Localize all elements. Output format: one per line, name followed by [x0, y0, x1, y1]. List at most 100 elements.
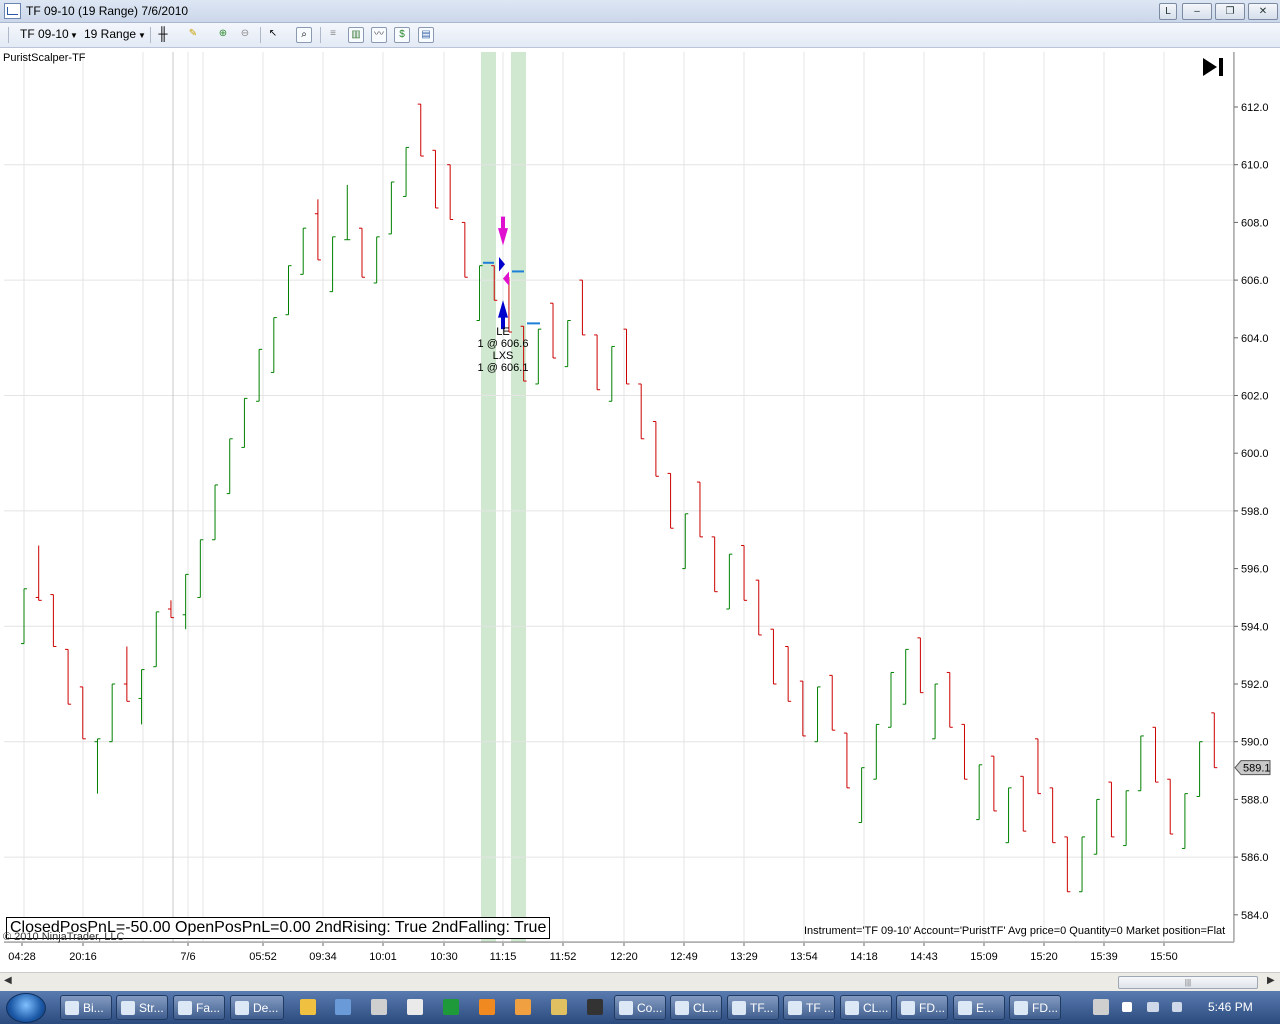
- x-tick-label: 04:28: [8, 951, 36, 963]
- camera-icon[interactable]: [371, 999, 387, 1015]
- taskbar-app-icon: [619, 1001, 633, 1015]
- instrument-info: Instrument='TF 09-10' Account='PuristTF'…: [804, 925, 1226, 937]
- dollar-icon[interactable]: $: [394, 27, 410, 43]
- y-tick-label: 610.0: [1241, 160, 1269, 172]
- properties-icon[interactable]: ≡: [326, 27, 340, 41]
- data-box-icon[interactable]: ⌕: [296, 27, 312, 43]
- taskbar-button[interactable]: Co...: [614, 995, 666, 1020]
- horizontal-scrollbar[interactable]: ◀ ||| ▶: [0, 972, 1280, 991]
- chart-toolbar: TF 09-10 ▼ 19 Range ▼ ╫ ✎ ⊕ ⊖ ↖ ⌕ ≡ ▥ 〰 …: [0, 23, 1280, 48]
- app-icon[interactable]: [587, 999, 603, 1015]
- current-price-label: 589.1: [1243, 763, 1271, 775]
- taskbar-button[interactable]: TF...: [727, 995, 779, 1020]
- x-tick-label: 15:50: [1150, 951, 1178, 963]
- taskbar-button[interactable]: Bi...: [60, 995, 112, 1020]
- taskbar-button-label: Bi...: [83, 1001, 104, 1015]
- y-tick-label: 588.0: [1241, 794, 1269, 806]
- taskbar-button-label: Str...: [139, 1001, 164, 1015]
- pencil-drawing-icon[interactable]: ✎: [186, 27, 200, 41]
- taskbar-app-icon: [958, 1001, 972, 1015]
- taskbar-app-icon: [901, 1001, 915, 1015]
- y-tick-label: 592.0: [1241, 679, 1269, 691]
- taskbar-button[interactable]: De...: [230, 995, 284, 1020]
- window-title: TF 09-10 (19 Range) 7/6/2010: [26, 4, 189, 18]
- flag-icon[interactable]: [1122, 1002, 1132, 1012]
- taskbar-button-label: Co...: [637, 1001, 663, 1015]
- vlc-icon[interactable]: [479, 999, 495, 1015]
- taskbar-button[interactable]: Str...: [116, 995, 168, 1020]
- zoom-out-icon[interactable]: ⊖: [238, 27, 252, 41]
- x-tick-label: 12:49: [670, 951, 698, 963]
- window-layout-icon[interactable]: ▤: [418, 27, 434, 43]
- restore-button[interactable]: ❐: [1215, 3, 1245, 20]
- taskbar-button-label: De...: [253, 1001, 279, 1015]
- chart-panel-border: [4, 52, 1234, 943]
- scrollbar-thumb[interactable]: |||: [1118, 976, 1258, 989]
- app-icon[interactable]: [335, 999, 351, 1015]
- taskbar-app-icon: [121, 1001, 135, 1015]
- skip-to-end-icon[interactable]: [1200, 56, 1226, 78]
- app-icon[interactable]: [515, 999, 531, 1015]
- toolbar-separator: [320, 27, 321, 43]
- taskbar-button[interactable]: Fa...: [173, 995, 225, 1020]
- chart-app-icon: [4, 3, 21, 19]
- taskbar-button[interactable]: E...: [953, 995, 1005, 1020]
- copyright-text: © 2010 NinjaTrader, LLC: [3, 931, 125, 943]
- strategies-icon[interactable]: 〰: [371, 27, 387, 43]
- x-tick-label: 13:54: [790, 951, 818, 963]
- x-tick-label: 10:30: [430, 951, 458, 963]
- taskbar-app-icon: [235, 1001, 249, 1015]
- toolbar-separator: [260, 27, 261, 43]
- y-tick-label: 608.0: [1241, 217, 1269, 229]
- taskbar-button[interactable]: CL...: [840, 995, 892, 1020]
- x-tick-label: 05:52: [249, 951, 277, 963]
- taskbar-button-label: CL...: [693, 1001, 719, 1015]
- taskbar-app-icon: [178, 1001, 192, 1015]
- period-selector[interactable]: 19 Range: [84, 27, 136, 41]
- taskbar-button-label: FD...: [919, 1001, 945, 1015]
- media-player-icon[interactable]: [300, 999, 316, 1015]
- taskbar-clock[interactable]: 5:46 PM: [1208, 1000, 1253, 1014]
- y-tick-label: 598.0: [1241, 506, 1269, 518]
- chart-area[interactable]: LE 1 @ 606.6 LXS 1 @ 606.1 612.0 610.0 608.0 6…: [0, 48, 1280, 973]
- app-icon[interactable]: [551, 999, 567, 1015]
- taskbar-button-label: FD...: [1032, 1001, 1058, 1015]
- scroll-right-arrow[interactable]: ▶: [1267, 975, 1275, 986]
- taskbar-button-label: CL...: [863, 1001, 889, 1015]
- y-tick-label: 596.0: [1241, 564, 1269, 576]
- x-tick-label: 15:20: [1030, 951, 1058, 963]
- instrument-dropdown-icon[interactable]: ▼: [70, 31, 78, 40]
- app-icon[interactable]: [443, 999, 459, 1015]
- cursor-pointer-icon[interactable]: ↖: [266, 27, 280, 41]
- taskbar-button[interactable]: TF ...: [783, 995, 835, 1020]
- scroll-left-arrow[interactable]: ◀: [4, 975, 12, 986]
- toolbar-separator: [150, 27, 151, 43]
- volume-icon[interactable]: [1172, 1002, 1182, 1012]
- zoom-in-icon[interactable]: ⊕: [216, 27, 230, 41]
- instrument-selector[interactable]: TF 09-10: [20, 27, 69, 41]
- taskbar-button[interactable]: FD...: [896, 995, 948, 1020]
- start-button[interactable]: [6, 993, 46, 1023]
- tray-icon[interactable]: [1093, 999, 1109, 1015]
- network-icon[interactable]: [1147, 1002, 1159, 1012]
- x-tick-label: 09:34: [309, 951, 337, 963]
- taskbar-button[interactable]: CL...: [670, 995, 722, 1020]
- taskbar-button-label: E...: [976, 1001, 995, 1015]
- app-icon[interactable]: [407, 999, 423, 1015]
- indicators-icon[interactable]: ▥: [348, 27, 364, 43]
- period-dropdown-icon[interactable]: ▼: [138, 31, 146, 40]
- bar-type-icon[interactable]: ╫: [156, 27, 170, 41]
- minimize-button[interactable]: –: [1182, 3, 1212, 20]
- taskbar-app-icon: [732, 1001, 746, 1015]
- link-button[interactable]: L: [1159, 3, 1177, 20]
- taskbar-button-label: TF ...: [806, 1001, 834, 1015]
- taskbar-button[interactable]: FD...: [1009, 995, 1061, 1020]
- close-button[interactable]: ✕: [1248, 3, 1278, 20]
- x-tick-label: 20:16: [69, 951, 97, 963]
- x-tick-label: 13:29: [730, 951, 758, 963]
- x-tick-label: 14:43: [910, 951, 938, 963]
- taskbar-app-icon: [675, 1001, 689, 1015]
- y-tick-label: 612.0: [1241, 102, 1269, 114]
- x-tick-label: 11:52: [550, 951, 577, 963]
- y-tick-label: 606.0: [1241, 275, 1269, 287]
